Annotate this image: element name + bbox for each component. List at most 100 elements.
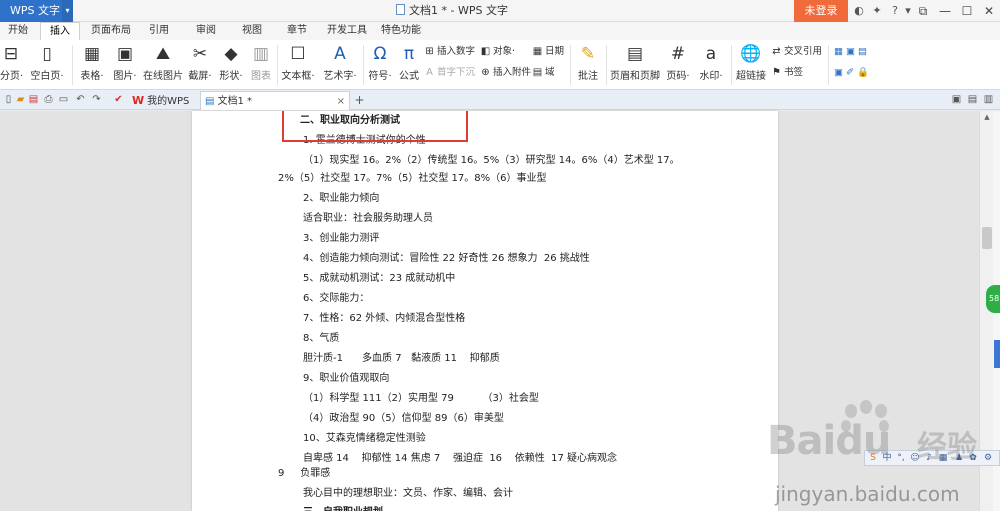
tab-page-layout[interactable]: 页面布局 <box>88 22 134 40</box>
document-line[interactable]: 6、交际能力： <box>303 292 369 306</box>
drop-cap-button[interactable]: A 首字下沉 <box>424 65 475 81</box>
section-heading[interactable]: 三、自我职业规划 <box>303 506 383 511</box>
ime-logo-icon[interactable]: S <box>867 452 879 465</box>
side-panel-tab[interactable] <box>994 340 1000 368</box>
document-line[interactable]: 9 负罪感 <box>278 467 330 481</box>
scrollbar-thumb[interactable] <box>982 227 992 249</box>
formula-button[interactable]: π 公式 <box>397 40 421 90</box>
skin-icon[interactable]: ◐ <box>852 3 866 19</box>
document-line[interactable]: 自卑感 14 抑郁性 14 焦虑 7 强迫症 16 依赖性 17 疑心病观念 <box>303 452 617 466</box>
tab-special-features[interactable]: 特色功能 <box>380 22 422 40</box>
document-line[interactable]: 8、气质 <box>303 332 339 346</box>
ime-mode-icon[interactable]: 中 <box>881 452 893 465</box>
app-name: WPS 文字 <box>10 4 60 17</box>
help-icon[interactable]: ? <box>888 3 902 19</box>
document-line[interactable]: 适合职业：社会服务助理人员 <box>303 212 433 226</box>
ime-settings-icon[interactable]: ⚙ <box>982 452 994 465</box>
redo-icon[interactable]: ↷ <box>90 93 103 107</box>
wordart-icon: A <box>334 44 346 64</box>
ime-skin-icon[interactable]: ✿ <box>967 452 979 465</box>
online-picture-icon: ⛰ <box>155 44 171 64</box>
object-button[interactable]: ◧ 对象· <box>480 44 515 60</box>
picture-button[interactable]: ▣ 图片· <box>110 40 140 90</box>
side-badge[interactable]: 58 <box>986 285 1000 313</box>
textbox-button[interactable]: ☐ 文本框· <box>280 40 316 90</box>
close-button[interactable]: ✕ <box>978 0 1000 22</box>
shapes-button[interactable]: ◆ 形状· <box>217 40 245 90</box>
customize-quick-access-icon[interactable]: ✔ <box>112 93 125 107</box>
open-folder-icon[interactable]: ▰ <box>14 93 27 107</box>
ime-voice-icon[interactable]: ♪ <box>923 452 935 465</box>
login-button[interactable]: 未登录 <box>794 0 848 22</box>
sidebar-toggle-icon[interactable]: ▥ <box>982 93 995 107</box>
hyperlink-button[interactable]: 🌐 超链接 <box>735 40 767 90</box>
minimize-button[interactable]: — <box>934 0 956 22</box>
ime-punctuation-icon[interactable]: °, <box>895 452 907 465</box>
wordart-button[interactable]: A 艺术字· <box>320 40 360 90</box>
shirt-icon[interactable]: ✦ <box>870 3 884 19</box>
page-number-icon: # <box>670 44 686 64</box>
heading-highlight-box <box>282 111 468 142</box>
ime-user-icon[interactable]: ♟ <box>953 452 965 465</box>
blank-page-button[interactable]: ▯ 空白页· <box>28 40 66 90</box>
export-pdf-icon[interactable]: ▤ <box>27 93 40 107</box>
table-button[interactable]: ▦ 表格· <box>77 40 107 90</box>
date-button[interactable]: ▦ 日期 <box>532 44 564 60</box>
tab-home[interactable]: 开始 <box>4 22 32 40</box>
attachment-button[interactable]: ⊕ 插入附件 <box>480 65 531 81</box>
tab-insert[interactable]: 插入 <box>40 22 80 40</box>
scroll-up-icon[interactable]: ▲ <box>980 111 994 123</box>
close-tab-icon[interactable]: × <box>337 92 345 111</box>
print-icon[interactable]: ⎙ <box>42 93 55 107</box>
restore-ribbon-icon[interactable]: ⧉ <box>912 0 934 22</box>
app-menu-button[interactable]: WPS 文字 ▾ <box>0 0 73 22</box>
document-line[interactable]: （4）政治型 90（5）信仰型 89（6）审美型 <box>303 412 504 426</box>
document-line[interactable]: 胆汁质-1 多血质 7 黏液质 11 抑郁质 <box>303 352 500 366</box>
insert-number-button[interactable]: ⊞ 插入数字 <box>424 44 475 60</box>
print-preview-icon[interactable]: ▭ <box>57 93 70 107</box>
document-line[interactable]: 10、艾森克情绪稳定性测验 <box>303 432 426 446</box>
bookmark-button[interactable]: ⚑ 书签 <box>771 65 803 81</box>
app-menu-dropdown-icon[interactable]: ▾ <box>62 0 73 22</box>
tab-sections[interactable]: 章节 <box>283 22 311 40</box>
tab-references[interactable]: 引用 <box>145 22 173 40</box>
page-number-button[interactable]: # 页码· <box>663 40 693 90</box>
document-line[interactable]: 2%（5）社交型 17。7%（5）社交型 17。8%（6）事业型 <box>278 172 547 186</box>
field-button[interactable]: ▤ 域 <box>532 65 555 81</box>
document-line[interactable]: 7、性格：62 外倾、内倾混合型性格 <box>303 312 465 326</box>
page-break-button[interactable]: ⊟ 分页· <box>0 40 23 90</box>
undo-icon[interactable]: ↶ <box>74 93 87 107</box>
document-line[interactable]: 4、创造能力倾向测试：冒险性 22 好奇性 26 想象力 26 挑战性 <box>303 252 590 266</box>
tab-document1[interactable]: ▤ 文档1 * × <box>200 91 350 110</box>
cross-reference-button[interactable]: ⇄ 交叉引用 <box>771 44 822 60</box>
comment-button[interactable]: ✎ 批注 <box>574 40 602 90</box>
tab-review[interactable]: 审阅 <box>192 22 220 40</box>
symbol-button[interactable]: Ω 符号· <box>366 40 394 90</box>
document-line[interactable]: 2、职业能力倾向 <box>303 192 379 206</box>
document-line[interactable]: 5、成就动机测试：23 成就动机中 <box>303 272 455 286</box>
maximize-button[interactable]: ☐ <box>956 0 978 22</box>
screenshot-button[interactable]: ✂ 截屏· <box>186 40 214 90</box>
ribbon-extra-icons-top[interactable]: ▦ ▣ ▤ <box>834 44 867 60</box>
panel-toggle-icon[interactable]: ▣ <box>950 93 963 107</box>
document-line[interactable]: 3、创业能力测评 <box>303 232 379 246</box>
document-line[interactable]: 9、职业价值观取向 <box>303 372 389 386</box>
tab-view[interactable]: 视图 <box>238 22 266 40</box>
document-page[interactable]: 二、职业取向分析测试 1. 霍兰德博士测试你的个性 （1）现实型 16。2%（2）传… <box>192 111 778 511</box>
document-line[interactable]: （1）科学型 111（2）实用型 79 （3）社会型 <box>303 392 539 406</box>
document-line[interactable]: 我心目中的理想职业：文员、作家、编辑、会计 <box>303 487 513 501</box>
ime-toolbar[interactable]: S 中 °, ☺ ♪ ▦ ♟ ✿ ⚙ <box>864 450 1000 466</box>
hyperlink-icon: 🌐 <box>740 44 762 64</box>
document-line[interactable]: （1）现实型 16。2%（2）传统型 16。5%（3）研究型 14。6%（4）艺… <box>303 154 680 168</box>
tab-developer[interactable]: 开发工具 <box>327 22 367 40</box>
watermark-button[interactable]: a 水印· <box>696 40 726 90</box>
tab-my-wps[interactable]: W 我的WPS <box>128 91 189 110</box>
online-picture-button[interactable]: ⛰ 在线图片 <box>143 40 183 90</box>
new-tab-icon[interactable]: + <box>353 93 366 107</box>
ime-emoji-icon[interactable]: ☺ <box>909 452 921 465</box>
chart-button[interactable]: ▥ 图表 <box>248 40 274 90</box>
ribbon-extra-icons-bottom[interactable]: ▣ ✐ 🔒 <box>834 65 869 81</box>
header-footer-button[interactable]: ▤ 页眉和页脚 <box>610 40 660 90</box>
layout-toggle-icon[interactable]: ▤ <box>966 93 979 107</box>
ime-keyboard-icon[interactable]: ▦ <box>937 452 949 465</box>
